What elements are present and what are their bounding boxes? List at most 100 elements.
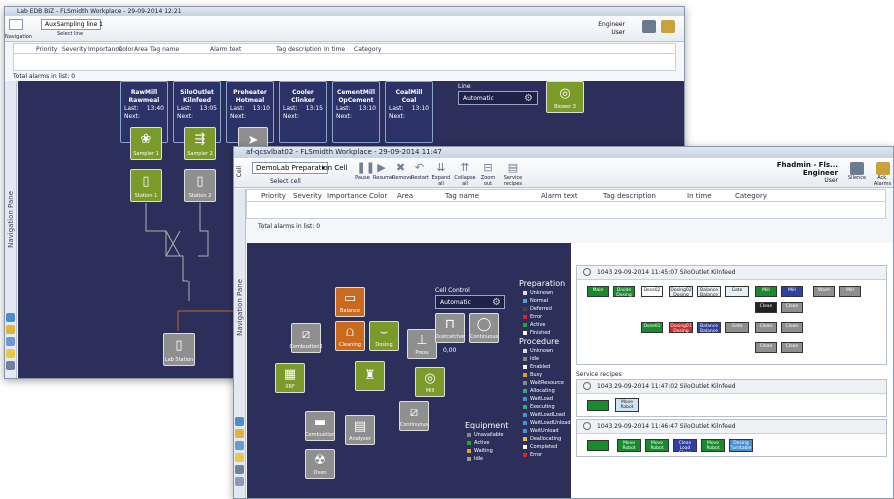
ack-alarms-button[interactable]: Ack. Alarms (872, 162, 893, 187)
combustion2-tile[interactable]: ⧄ Combustion2 (289, 323, 323, 353)
sequence-step[interactable]: Mill (781, 286, 803, 297)
sequence-step[interactable]: Clean (755, 322, 777, 333)
oven-tile[interactable]: ☢ Oven (305, 449, 335, 479)
sequence-2[interactable]: 1043 29-09-2014 11:47:02 SiloOutlet Kiln… (576, 379, 887, 417)
col-severity[interactable]: Severity (62, 46, 87, 53)
col-priority[interactable]: Priority (261, 192, 286, 200)
pause-button[interactable]: ❚❚ Pause (354, 162, 375, 182)
cell-mode[interactable]: Automatic ⚙ (435, 295, 505, 309)
service-recipes-button[interactable]: ▤ Service recipes (499, 162, 527, 188)
col-in-time[interactable]: In time (687, 192, 712, 200)
resume-button[interactable]: ▶ Resume (373, 162, 393, 182)
nav-icon-3[interactable] (6, 337, 15, 346)
sequence-step[interactable]: Clean Load Clean (673, 439, 697, 456)
sequence-step[interactable]: Clean (755, 302, 777, 313)
alarm-list[interactable]: Priority Severity Importance Color Area … (13, 43, 676, 71)
sequence-step[interactable]: Clean (781, 302, 803, 313)
col-severity[interactable]: Severity (293, 192, 322, 200)
sequence-step[interactable]: Divide Dosing (613, 286, 635, 298)
combustion-tile[interactable]: ▬ Combustion (305, 411, 335, 441)
navigation-pane[interactable]: Navigation Pane (5, 81, 17, 378)
col-priority[interactable]: Priority (36, 46, 57, 53)
sequence-step[interactable]: Dosing Turntable (729, 439, 753, 452)
nav-icon-5[interactable] (6, 361, 15, 370)
col-in-time[interactable]: In time (324, 46, 345, 53)
expand-icon[interactable] (583, 381, 591, 390)
sequence-1[interactable]: 1043 29-09-2014 11:45:07 SiloOutlet Kiln… (576, 265, 887, 365)
step-move-robot[interactable]: Move Robot (615, 398, 639, 412)
sequence-step[interactable]: Dosing02 Dosing (669, 286, 693, 298)
nav-icon-1[interactable] (235, 417, 244, 426)
alarm-list[interactable]: Priority Severity Importance Color Area … (246, 189, 886, 219)
col-tag-name[interactable]: Tag name (150, 46, 179, 53)
collapse-all-button[interactable]: ⇈ Collapse all (454, 162, 476, 188)
balance-tile[interactable]: ▭ Balance (335, 287, 365, 317)
sequence-step[interactable]: Balance Balance (697, 286, 721, 298)
star-icon[interactable] (235, 453, 244, 462)
nav-icon-2[interactable] (235, 429, 244, 438)
continuous2-tile[interactable]: ◯ Continuous (469, 313, 499, 343)
sequence-step[interactable]: Clean (781, 342, 803, 353)
col-tag-description[interactable]: Tag description (276, 46, 321, 53)
dosing-tile[interactable]: ⌣ Dosing (369, 321, 399, 351)
sequence-step[interactable]: Wash (813, 286, 835, 297)
remove-button[interactable]: ✖ Remove (392, 162, 412, 182)
sequence-step[interactable]: Clean (755, 342, 777, 353)
sequence-step[interactable]: Main (587, 286, 609, 297)
col-tag-description[interactable]: Tag description (603, 192, 656, 200)
service-recipes-label: Service recipes (576, 371, 622, 378)
nav-icon-1[interactable] (6, 313, 15, 322)
col-importance[interactable]: Importance (327, 192, 367, 200)
sequence-step[interactable]: Dose01 (641, 322, 663, 333)
nav-icon-3[interactable] (235, 441, 244, 450)
expand-icon[interactable] (583, 267, 591, 276)
silence-button[interactable]: Silence (848, 162, 866, 181)
press-tile[interactable]: ⊥ Press (407, 329, 437, 359)
cell-select[interactable]: AuxSampling line 1 (41, 19, 103, 30)
col-area[interactable]: Area (397, 192, 413, 200)
analyser-tile[interactable]: ▤ Analyser (345, 415, 375, 445)
navigation-icon[interactable] (9, 19, 23, 30)
ack-button[interactable] (661, 20, 675, 33)
sequence-step[interactable]: Move Robot (617, 439, 641, 452)
sequence-step[interactable]: Mill (755, 286, 777, 297)
sequence-step[interactable]: Dose02 (641, 286, 663, 297)
nav-icon-2[interactable] (6, 325, 15, 334)
cell-select[interactable]: DemoLab Preparation Cell ▾ (252, 162, 347, 174)
col-area[interactable]: Area (134, 46, 148, 53)
robot-tile[interactable]: ♜ (355, 361, 385, 391)
zoom-out-button[interactable]: ⊟ Zoom out (478, 162, 498, 188)
foreground-window[interactable]: af-qcsvlbat02 - FLSmidth Workplace - 29-… (233, 146, 894, 499)
col-tag-name[interactable]: Tag name (445, 192, 479, 200)
step-start[interactable] (587, 400, 609, 411)
col-alarm-text[interactable]: Alarm text (210, 46, 241, 53)
mill-tile[interactable]: ◎ Mill (415, 367, 445, 397)
continuous-tile[interactable]: ⧄ Continuous (399, 401, 429, 431)
sequence-step[interactable]: Move Robot (701, 439, 725, 452)
step-start[interactable] (587, 440, 609, 451)
silence-button[interactable] (642, 20, 656, 33)
sequence-step[interactable]: Move Robot (645, 439, 669, 452)
navigation-pane[interactable]: Navigation Pane (234, 189, 246, 498)
col-category[interactable]: Category (735, 192, 767, 200)
sequence-step[interactable]: Balance Balance (697, 322, 721, 334)
sequence-step[interactable]: Gate (725, 322, 749, 333)
col-category[interactable]: Category (354, 46, 381, 53)
dustcatcher-tile[interactable]: ⊓ Dustcatcher (435, 313, 465, 343)
col-color[interactable]: Color (369, 192, 387, 200)
sequence-step[interactable]: Clean (781, 322, 803, 333)
col-alarm-text[interactable]: Alarm text (541, 192, 578, 200)
star-icon[interactable] (6, 349, 15, 358)
expand-icon[interactable] (583, 421, 591, 430)
nav-icon-5[interactable] (235, 465, 244, 474)
nav-icon-6[interactable] (235, 477, 244, 486)
restart-button[interactable]: ↶ Restart (411, 162, 429, 182)
sequence-3[interactable]: 1043 29-09-2014 11:46:47 SiloOutlet Kiln… (576, 419, 887, 457)
expand-all-button[interactable]: ⇊ Expand all (430, 162, 452, 188)
sequence-step[interactable]: Gate (725, 286, 749, 297)
xrf-tile[interactable]: ▦ XRF (275, 363, 305, 393)
col-color[interactable]: Color (118, 46, 134, 53)
cleaning-tile[interactable]: ⩍ Cleaning (335, 321, 365, 351)
sequence-step[interactable]: Mill (839, 286, 861, 297)
sequence-step[interactable]: Dosing01 Dosing (669, 322, 693, 334)
